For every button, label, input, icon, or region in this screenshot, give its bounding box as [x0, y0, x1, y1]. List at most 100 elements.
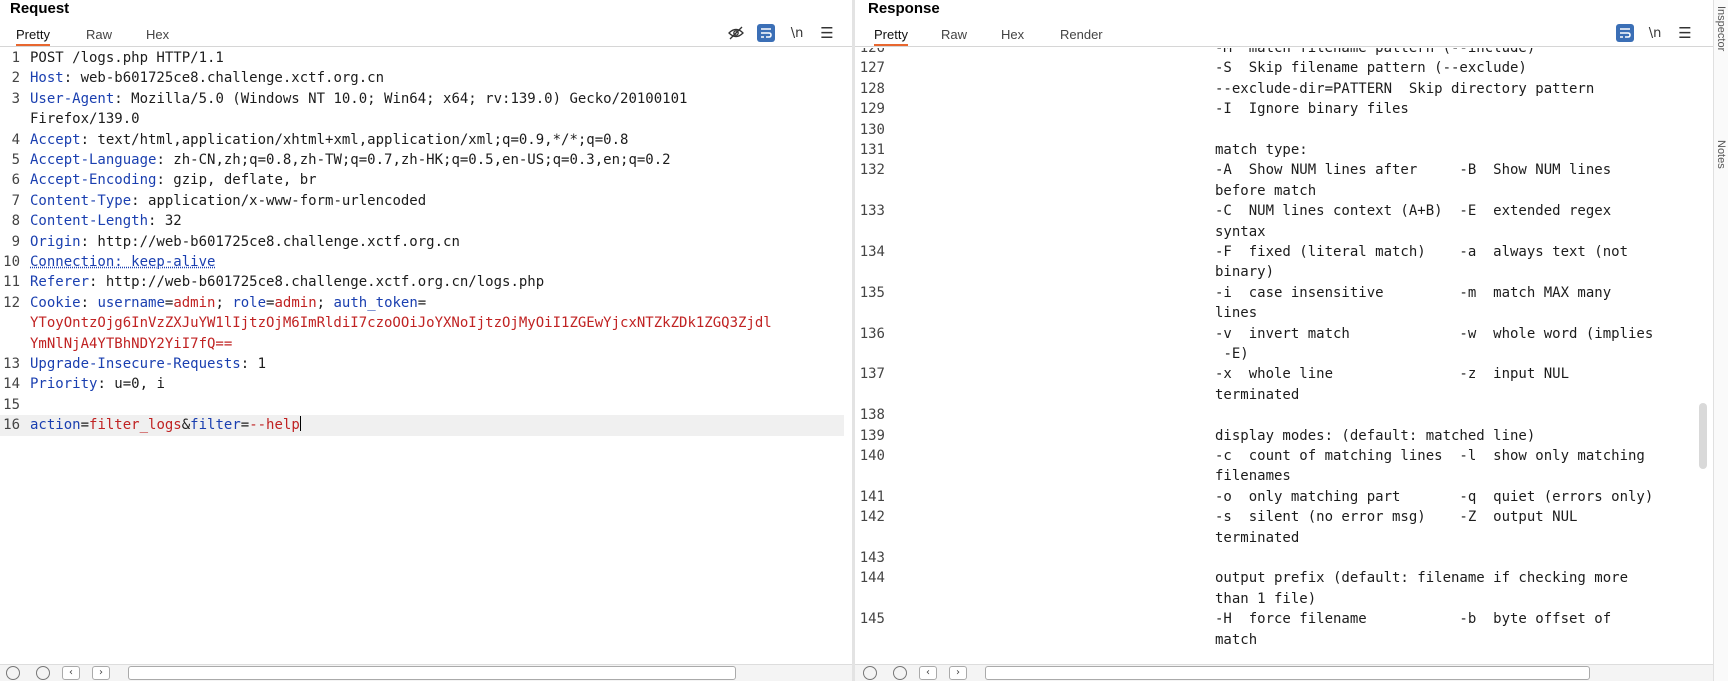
request-line[interactable]: 8 Content-Length: 32 — [0, 211, 844, 231]
header-name: action — [30, 417, 81, 434]
code-text: : web-b601725ce8.challenge.xctf.org.cn — [63, 70, 385, 87]
forward-button[interactable]: › — [92, 666, 110, 680]
response-line: 128 --exclude-dir=PATTERN Skip directory … — [855, 79, 1689, 99]
search-input[interactable] — [128, 666, 736, 680]
request-editor[interactable]: 1 POST /logs.php HTTP/1.1 2 Host: web-b6017… — [0, 48, 852, 663]
header-name: username — [97, 294, 165, 311]
tab-render[interactable]: Render — [1060, 27, 1103, 43]
response-bottom-bar: ‹ › — [855, 664, 1713, 681]
request-line[interactable]: 11 Referer: http://web-b601725ce8.challen… — [0, 272, 844, 292]
line-code: -E) — [1215, 346, 1249, 362]
line-number: 14 — [3, 376, 20, 393]
request-line[interactable]: 9 Origin: http://web-b601725ce8.challenge… — [0, 232, 844, 252]
line-number: 4 — [11, 131, 20, 148]
response-scrollbar[interactable] — [1699, 403, 1707, 469]
notes-label[interactable]: Notes — [1715, 140, 1727, 169]
response-line: 126 -M match filename pattern (--include) — [855, 48, 1689, 58]
code-text: : text/html,application/xhtml+xml,applic… — [80, 131, 629, 148]
code-text: = — [240, 417, 250, 434]
code-text: : zh-CN,zh;q=0.8,zh-TW;q=0.7,zh-HK;q=0.5… — [156, 152, 671, 168]
line-code: Referer: http://web-b601725ce8.challenge… — [30, 272, 544, 292]
back-button[interactable]: ‹ — [919, 666, 937, 680]
response-line: -E) — [855, 344, 1689, 364]
menu-icon[interactable]: ☰ — [818, 24, 836, 42]
line-code: lines — [1215, 305, 1258, 322]
param-value: --help — [249, 417, 300, 434]
line-code: -s silent (no error msg) -Z output NUL — [1215, 509, 1578, 526]
request-line[interactable]: 16 action=filter_logs&filter=--help — [0, 415, 844, 436]
request-line[interactable]: 12 Cookie: username=admin; role=admin; au… — [0, 293, 844, 313]
header-name: User-Agent — [30, 90, 115, 107]
inspector-label[interactable]: Inspector — [1715, 6, 1727, 51]
help-icon[interactable] — [863, 666, 877, 680]
response-editor[interactable]: 126 -M match filename pattern (--include)… — [855, 48, 1713, 663]
line-code: terminated — [1215, 386, 1300, 403]
menu-icon[interactable]: ☰ — [1676, 24, 1694, 42]
request-line[interactable]: 3 User-Agent: Mozilla/5.0 (Windows NT 10.… — [0, 89, 844, 109]
line-number: 145 — [859, 611, 885, 628]
wrap-icon[interactable] — [757, 24, 775, 42]
response-line: 132 -A Show NUM lines after -B Show NUM l… — [855, 160, 1689, 180]
line-code: -A Show NUM lines after -B Show NUM line… — [1215, 162, 1612, 179]
header-name: Accept-Language — [30, 152, 157, 168]
request-line[interactable]: 2 Host: web-b601725ce8.challenge.xctf.org… — [0, 68, 844, 88]
back-button[interactable]: ‹ — [62, 666, 80, 680]
tab-raw[interactable]: Raw — [86, 27, 112, 43]
request-line[interactable]: 6 Accept-Encoding: gzip, deflate, br — [0, 170, 844, 190]
search-input[interactable] — [985, 666, 1590, 680]
settings-icon[interactable] — [36, 666, 50, 680]
line-number: 129 — [859, 101, 885, 118]
tab-pretty[interactable]: Pretty — [16, 27, 50, 46]
param-value: YToyOntzOjg6InVzZXJuYW1lIjtzOjM6ImRldiI7… — [30, 315, 772, 332]
tab-hex[interactable]: Hex — [146, 27, 169, 43]
request-tabs: Pretty Raw Hex — [0, 24, 852, 47]
code-text: : gzip, deflate, br — [156, 172, 317, 189]
line-code: -v invert match -w whole word (implies — [1215, 325, 1654, 342]
forward-button[interactable]: › — [949, 666, 967, 680]
response-tabs: Pretty Raw Hex Render — [855, 24, 1713, 47]
request-line[interactable]: 1 POST /logs.php HTTP/1.1 — [0, 48, 844, 68]
request-line[interactable]: Firefox/139.0 — [0, 109, 844, 129]
tab-raw[interactable]: Raw — [941, 27, 967, 43]
code-text: : http://web-b601725ce8.challenge.xctf.o… — [80, 233, 460, 250]
request-line[interactable]: 4 Accept: text/html,application/xhtml+xml… — [0, 130, 844, 150]
response-line: 142 -s silent (no error msg) -Z output NU… — [855, 507, 1689, 527]
header-name: role — [232, 294, 267, 311]
request-line[interactable]: 5 Accept-Language: zh-CN,zh;q=0.8,zh-TW;q… — [0, 150, 844, 170]
line-code: YToyOntzOjg6InVzZXJuYW1lIjtzOjM6ImRldiI7… — [30, 313, 772, 333]
line-number: 8 — [11, 213, 20, 230]
line-code: -x whole line -z input NUL — [1215, 366, 1570, 383]
header-name: auth_token — [333, 294, 418, 311]
line-number: 137 — [859, 366, 885, 383]
response-line: 129 -I Ignore binary files — [855, 99, 1689, 119]
code-text: ; — [215, 294, 233, 311]
request-line[interactable]: 14 Priority: u=0, i — [0, 374, 844, 394]
line-code: Content-Type: application/x-www-form-url… — [30, 191, 426, 211]
line-code: than 1 file) — [1215, 590, 1317, 607]
wrap-icon[interactable] — [1616, 24, 1634, 42]
request-line[interactable]: 13 Upgrade-Insecure-Requests: 1 — [0, 354, 844, 374]
help-icon[interactable] — [6, 666, 20, 680]
line-number: 12 — [3, 294, 20, 311]
request-line[interactable]: 15 — [0, 395, 844, 415]
hide-icon[interactable] — [727, 24, 745, 42]
request-line[interactable]: 10 Connection: keep-alive — [0, 252, 844, 272]
line-number: 7 — [11, 192, 20, 209]
code-text: : u=0, i — [97, 376, 165, 393]
tab-pretty[interactable]: Pretty — [874, 27, 908, 46]
request-line[interactable]: 7 Content-Type: application/x-www-form-ur… — [0, 191, 844, 211]
line-code: Content-Length: 32 — [30, 211, 182, 231]
newline-icon[interactable]: \n — [1646, 24, 1664, 42]
settings-icon[interactable] — [893, 666, 907, 680]
response-line: 131 match type: — [855, 140, 1689, 160]
tab-hex[interactable]: Hex — [1001, 27, 1024, 43]
newline-icon[interactable]: \n — [788, 24, 806, 42]
line-code: Host: web-b601725ce8.challenge.xctf.org.… — [30, 68, 384, 88]
line-code: binary) — [1215, 264, 1275, 281]
line-number: 131 — [859, 142, 885, 158]
request-line[interactable]: YToyOntzOjg6InVzZXJuYW1lIjtzOjM6ImRldiI7… — [0, 313, 844, 333]
line-code: -I Ignore binary files — [1215, 101, 1409, 118]
line-number: 136 — [859, 325, 885, 342]
response-line: 133 -C NUM lines context (A+B) -E extende… — [855, 201, 1689, 221]
request-line[interactable]: YmNlNjA4YTBhNDY2YiI7fQ== — [0, 334, 844, 354]
